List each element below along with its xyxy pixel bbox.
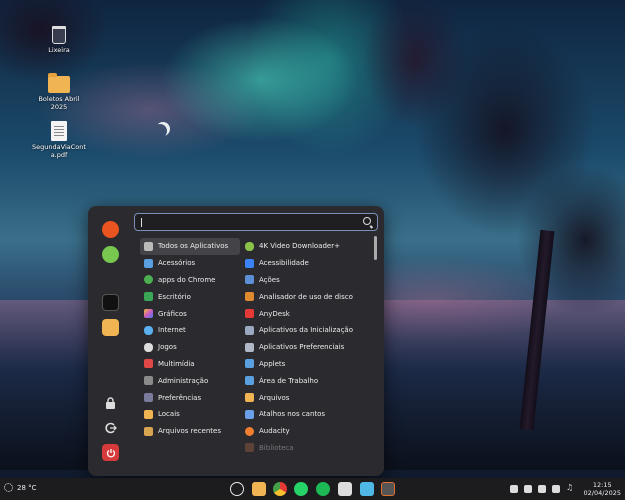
admin-icon: [144, 376, 153, 386]
disk-icon: [245, 292, 254, 302]
network-icon[interactable]: [538, 485, 546, 493]
application-menu: Todos os Aplicativos Acessórios apps do …: [88, 206, 384, 476]
application-list: 4K Video Downloader+ Acessibilidade Açõe…: [241, 238, 376, 456]
app-item[interactable]: Área de Trabalho: [241, 372, 376, 389]
app-item[interactable]: Arquivos: [241, 389, 376, 406]
calculator-icon[interactable]: [381, 482, 395, 496]
folder-icon: [48, 73, 70, 93]
audacity-icon: [245, 426, 254, 436]
category-item[interactable]: Jogos: [140, 339, 240, 356]
gamepad-icon: [144, 342, 153, 352]
category-item[interactable]: Escritório: [140, 288, 240, 305]
app-item[interactable]: Audacity: [241, 423, 376, 440]
cloud-icon: [144, 325, 153, 335]
category-item[interactable]: Locais: [140, 406, 240, 423]
app-item[interactable]: 4K Video Downloader+: [241, 238, 376, 255]
category-list: Todos os Aplicativos Acessórios apps do …: [140, 238, 240, 440]
app-item[interactable]: Ações: [241, 272, 376, 289]
desktop-icon-label: Boletos Abril 2025: [38, 95, 80, 111]
grid-icon: [144, 241, 153, 251]
app-item[interactable]: Aplicativos Preferenciais: [241, 339, 376, 356]
favorites-sidebar: [88, 206, 134, 476]
desktop-icon: [245, 376, 254, 386]
lock-icon[interactable]: [102, 394, 119, 411]
files-icon: [245, 393, 254, 403]
notes-icon[interactable]: [338, 482, 352, 496]
graphics-icon: [144, 309, 153, 319]
pdf-file-icon: [51, 121, 67, 141]
whatsapp-icon[interactable]: [294, 482, 308, 496]
category-item[interactable]: Arquivos recentes: [140, 423, 240, 440]
folder-icon: [144, 409, 153, 419]
green-circle-icon[interactable]: [102, 246, 119, 263]
power-icon[interactable]: [102, 444, 119, 461]
ubuntu-icon[interactable]: [102, 221, 119, 238]
shield-icon[interactable]: [510, 485, 518, 493]
category-item[interactable]: Multimídia: [140, 356, 240, 373]
anydesk-icon: [245, 309, 254, 319]
recent-folder-icon: [144, 426, 153, 436]
hot-corners-icon: [245, 409, 254, 419]
wallpaper-moon: [153, 124, 167, 138]
wallpaper-tree: [355, 0, 625, 470]
cloud-download-icon: [245, 241, 254, 251]
category-item[interactable]: Preferências: [140, 389, 240, 406]
category-item[interactable]: Internet: [140, 322, 240, 339]
clock-date: 02/04/2025: [583, 489, 621, 497]
app-list-scrollbar[interactable]: [374, 236, 377, 260]
text-cursor: [141, 218, 142, 227]
search-input[interactable]: [134, 213, 378, 231]
battery-icon[interactable]: [552, 485, 560, 493]
vscode-icon[interactable]: [360, 482, 374, 496]
sun-icon: [4, 483, 13, 492]
folder-icon[interactable]: [102, 319, 119, 336]
app-item[interactable]: Applets: [241, 356, 376, 373]
desktop-icon-label: Lixeira: [48, 46, 70, 54]
preferred-apps-icon: [245, 342, 254, 352]
weather-applet[interactable]: 28 °C: [4, 483, 37, 492]
library-icon: [245, 443, 254, 453]
terminal-icon[interactable]: [102, 294, 119, 311]
logout-icon[interactable]: [102, 419, 119, 436]
preferences-icon: [144, 393, 153, 403]
app-item[interactable]: AnyDesk: [241, 305, 376, 322]
clock[interactable]: 12:15 02/04/2025: [584, 481, 621, 497]
music-icon[interactable]: ♫: [566, 483, 574, 492]
desktop-icon-folder[interactable]: Boletos Abril 2025: [24, 73, 94, 111]
desktop-icon-pdf[interactable]: SegundaViaConta.pdf: [24, 121, 94, 159]
desktop-icon-label: SegundaViaConta.pdf: [32, 143, 86, 159]
desktop-icon-trash[interactable]: Lixeira: [24, 26, 94, 54]
clock-time: 12:15: [592, 481, 612, 489]
trash-icon: [52, 26, 66, 44]
spotify-icon[interactable]: [316, 482, 330, 496]
category-item[interactable]: Todos os Aplicativos: [140, 238, 240, 255]
files-icon[interactable]: [252, 482, 266, 496]
search-icon[interactable]: [363, 217, 371, 225]
office-icon: [144, 292, 153, 302]
category-item[interactable]: Gráficos: [140, 305, 240, 322]
accessibility-icon: [245, 258, 254, 268]
taskbar: 28 °C ♫ 12:15 02/04/2025: [0, 478, 625, 500]
printer-icon[interactable]: [524, 485, 532, 493]
app-item[interactable]: Analisador de uso de disco: [241, 288, 376, 305]
actions-icon: [245, 275, 254, 285]
mint-menu-icon[interactable]: [230, 482, 244, 496]
accessories-icon: [144, 258, 153, 268]
app-item[interactable]: Biblioteca: [241, 440, 376, 457]
category-item[interactable]: Administração: [140, 372, 240, 389]
app-item[interactable]: Aplicativos da Inicialização: [241, 322, 376, 339]
temperature: 28 °C: [17, 483, 37, 492]
chrome-icon: [144, 275, 153, 285]
startup-icon: [245, 325, 254, 335]
category-item[interactable]: apps do Chrome: [140, 272, 240, 289]
multimedia-icon: [144, 359, 153, 369]
app-item[interactable]: Atalhos nos cantos: [241, 406, 376, 423]
chrome-icon[interactable]: [273, 482, 287, 496]
app-item[interactable]: Acessibilidade: [241, 255, 376, 272]
applets-icon: [245, 359, 254, 369]
category-item[interactable]: Acessórios: [140, 255, 240, 272]
